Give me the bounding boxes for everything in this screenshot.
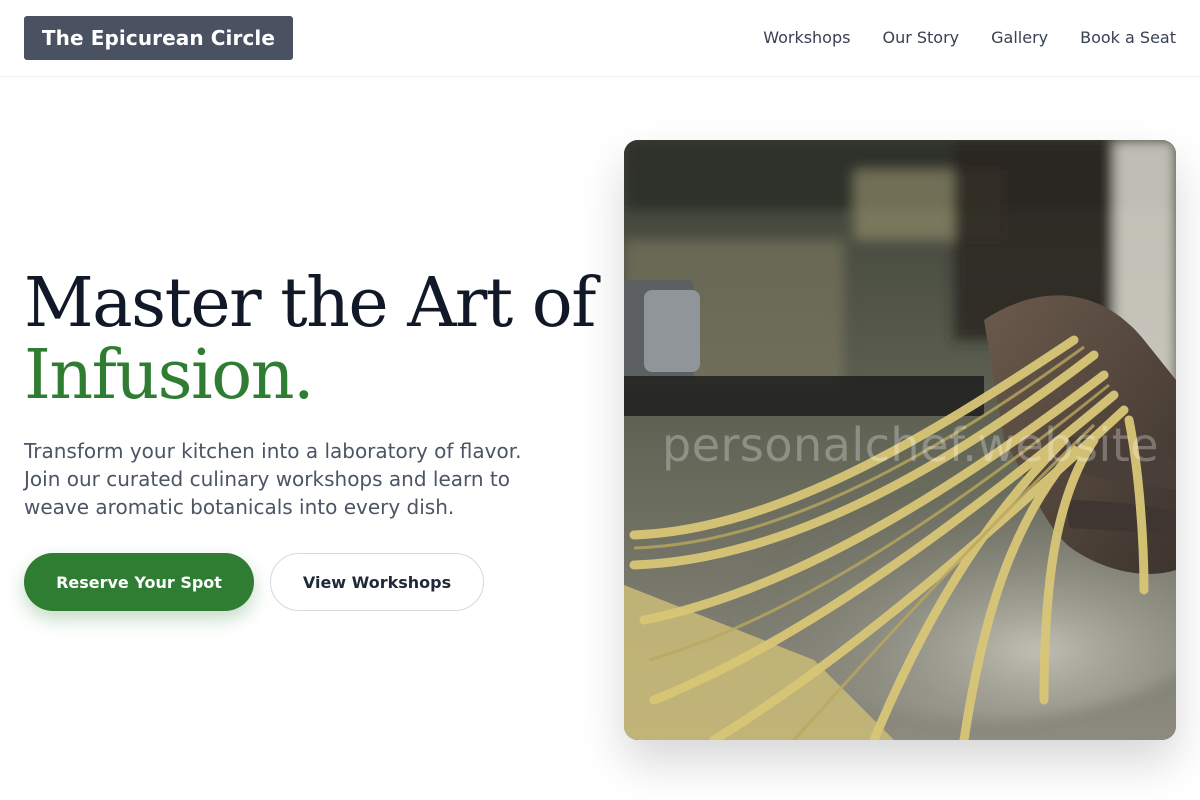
headline-line-1: Master the Art of bbox=[24, 264, 596, 343]
headline-line-2-accent: Infusion. bbox=[24, 336, 315, 415]
reserve-spot-button[interactable]: Reserve Your Spot bbox=[24, 553, 254, 611]
nav-link-gallery[interactable]: Gallery bbox=[991, 28, 1048, 47]
nav-link-workshops[interactable]: Workshops bbox=[763, 28, 850, 47]
nav-link-our-story[interactable]: Our Story bbox=[882, 28, 959, 47]
image-watermark: personalchef.website bbox=[662, 418, 1160, 472]
brand-logo[interactable]: The Epicurean Circle bbox=[24, 16, 293, 60]
hero-description: Transform your kitchen into a laboratory… bbox=[24, 439, 522, 519]
hero-image-pasta: personalchef.website bbox=[624, 140, 1176, 740]
view-workshops-button[interactable]: View Workshops bbox=[270, 553, 484, 611]
hero-headline: Master the Art of Infusion. bbox=[24, 268, 604, 412]
main-nav: Workshops Our Story Gallery Book a Seat bbox=[763, 25, 1176, 49]
nav-link-book-a-seat[interactable]: Book a Seat bbox=[1080, 28, 1176, 47]
site-header: The Epicurean Circle Workshops Our Story… bbox=[0, 0, 1200, 77]
